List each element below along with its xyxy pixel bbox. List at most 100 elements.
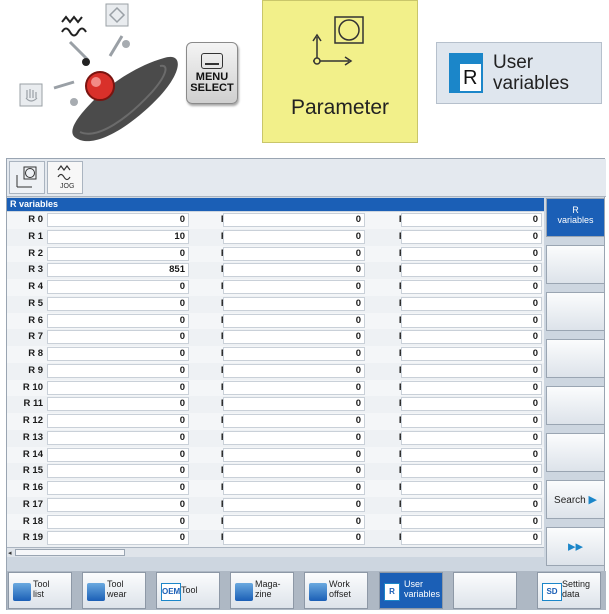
- r-variable-value-field[interactable]: 0: [223, 447, 365, 462]
- r-variable-value-field[interactable]: 0: [47, 213, 189, 227]
- r-variable-value-field[interactable]: 851: [47, 263, 189, 278]
- r-variable-value-field[interactable]: 0: [223, 497, 365, 512]
- r-variable-value-field[interactable]: 0: [223, 263, 365, 278]
- r-variable-value-field[interactable]: 0: [47, 481, 189, 495]
- table-row: R 140R 340R 540: [7, 446, 544, 463]
- r-variable-value-field[interactable]: 0: [47, 414, 189, 428]
- softkey-badge: SD: [546, 587, 558, 596]
- search-softkey[interactable]: Search ▶: [546, 480, 605, 519]
- r-variable-value-field[interactable]: 0: [47, 531, 189, 546]
- horizontal-scrollbar[interactable]: ◂: [7, 547, 544, 557]
- r-variable-value-field[interactable]: 0: [47, 430, 189, 445]
- r-variable-name: R 7: [28, 331, 43, 343]
- mode-selector-dial-icon[interactable]: [14, 0, 184, 150]
- r-variable-value-field[interactable]: 0: [47, 464, 189, 479]
- r-variable-value-field[interactable]: 0: [47, 313, 189, 328]
- r-variable-value-field[interactable]: 0: [47, 380, 189, 395]
- r-variable-value-field[interactable]: 0: [401, 397, 542, 412]
- softkey-label-line1: User: [404, 579, 424, 589]
- r-variable-name: R 1: [28, 230, 43, 242]
- r-variable-value-field[interactable]: 0: [401, 347, 542, 361]
- r-variable-value-field[interactable]: 0: [401, 246, 542, 261]
- table-row: R 00R 200R 400: [7, 212, 544, 229]
- r-variable-name: R 9: [28, 364, 43, 376]
- r-variable-value-field[interactable]: 0: [223, 397, 365, 412]
- menu-select-key[interactable]: MENU SELECT: [186, 42, 238, 104]
- r-variables-softkey[interactable]: R variables: [546, 198, 605, 237]
- r-icon: R: [384, 583, 400, 601]
- scrollbar-thumb[interactable]: [15, 549, 125, 556]
- r-variable-value-field[interactable]: 0: [401, 263, 542, 278]
- r-variable-name: R 12: [22, 415, 43, 426]
- r-variable-value-field[interactable]: 0: [401, 514, 542, 529]
- r-variable-value-field[interactable]: 0: [401, 481, 542, 495]
- softkey-label: Tool: [181, 585, 198, 595]
- parameter-operating-area[interactable]: Parameter: [262, 0, 418, 143]
- table-row: R 110R 310R 510: [7, 396, 544, 413]
- r-variable-value-field[interactable]: 0: [223, 514, 365, 529]
- scroll-left-icon[interactable]: ◂: [8, 549, 12, 557]
- r-variable-value-field[interactable]: 0: [47, 514, 189, 529]
- r-variable-value-field[interactable]: 0: [401, 464, 542, 479]
- softkey-h7[interactable]: [453, 572, 517, 609]
- r-variable-value-field[interactable]: 0: [401, 430, 542, 445]
- r-variable-value-field[interactable]: 0: [47, 397, 189, 412]
- r-variable-value-field[interactable]: 0: [223, 280, 365, 294]
- softkey-h3[interactable]: OEM Tool: [156, 572, 220, 609]
- softkey-v6[interactable]: [546, 433, 605, 472]
- r-variable-value-field[interactable]: 0: [223, 296, 365, 311]
- menu-select-line2: SELECT: [190, 82, 234, 94]
- r-variable-value-field[interactable]: 0: [47, 347, 189, 361]
- softkey-v5[interactable]: [546, 386, 605, 425]
- softkey-v4[interactable]: [546, 339, 605, 378]
- r-variable-value-field[interactable]: 0: [401, 497, 542, 512]
- softkey-h5[interactable]: Work offset: [304, 572, 368, 609]
- r-variable-value-field[interactable]: 0: [223, 414, 365, 428]
- r-variable-value-field[interactable]: 0: [223, 229, 365, 244]
- r-variable-value-field[interactable]: 0: [47, 280, 189, 294]
- r-variable-value-field[interactable]: 0: [223, 363, 365, 378]
- r-variable-value-field[interactable]: 0: [223, 481, 365, 495]
- r-variable-value-field[interactable]: 0: [401, 380, 542, 395]
- r-variable-value-field[interactable]: 0: [401, 363, 542, 378]
- r-variable-value-field[interactable]: 0: [401, 213, 542, 227]
- next-softkey[interactable]: ▸▸: [546, 527, 605, 566]
- r-variable-value-field[interactable]: 0: [401, 229, 542, 244]
- softkey-h1[interactable]: Tool list: [8, 572, 72, 609]
- r-variable-value-field[interactable]: 0: [47, 296, 189, 311]
- r-variable-value-field[interactable]: 0: [47, 447, 189, 462]
- r-variable-value-field[interactable]: 0: [223, 464, 365, 479]
- softkey-h2[interactable]: Tool wear: [82, 572, 146, 609]
- r-variable-value-field[interactable]: 0: [223, 347, 365, 361]
- r-variable-value-field[interactable]: 0: [401, 531, 542, 546]
- r-variable-value-field[interactable]: 0: [401, 296, 542, 311]
- r-variable-value-field[interactable]: 10: [47, 229, 189, 244]
- tab-machine[interactable]: JOG: [47, 161, 83, 194]
- r-variable-value-field[interactable]: 0: [223, 430, 365, 445]
- r-variable-value-field[interactable]: 0: [401, 280, 542, 294]
- softkey-h8[interactable]: SD Setting data: [537, 572, 601, 609]
- r-variable-value-field[interactable]: 0: [47, 246, 189, 261]
- r-variable-value-field[interactable]: 0: [223, 380, 365, 395]
- softkey-v2[interactable]: [546, 245, 605, 284]
- r-variable-value-field[interactable]: 0: [223, 246, 365, 261]
- work-offset-icon: [309, 583, 327, 601]
- table-row: R 90R 290R 490: [7, 363, 544, 380]
- tab-parameter[interactable]: [9, 161, 45, 194]
- r-variable-value-field[interactable]: 0: [223, 531, 365, 546]
- r-variable-value-field[interactable]: 0: [47, 497, 189, 512]
- user-variables-key[interactable]: R User variables: [436, 42, 602, 104]
- softkey-v3[interactable]: [546, 292, 605, 331]
- r-variable-name: R 16: [22, 482, 43, 493]
- r-variable-value-field[interactable]: 0: [401, 330, 542, 345]
- softkey-h6[interactable]: R User variables: [379, 572, 443, 609]
- softkey-h4[interactable]: Maga-zine: [230, 572, 294, 609]
- r-variable-value-field[interactable]: 0: [223, 313, 365, 328]
- r-variable-value-field[interactable]: 0: [223, 330, 365, 345]
- r-variable-value-field[interactable]: 0: [47, 330, 189, 345]
- r-variable-value-field[interactable]: 0: [47, 363, 189, 378]
- r-variable-value-field[interactable]: 0: [401, 447, 542, 462]
- r-variable-value-field[interactable]: 0: [401, 313, 542, 328]
- r-variable-value-field[interactable]: 0: [401, 414, 542, 428]
- r-variable-value-field[interactable]: 0: [223, 213, 365, 227]
